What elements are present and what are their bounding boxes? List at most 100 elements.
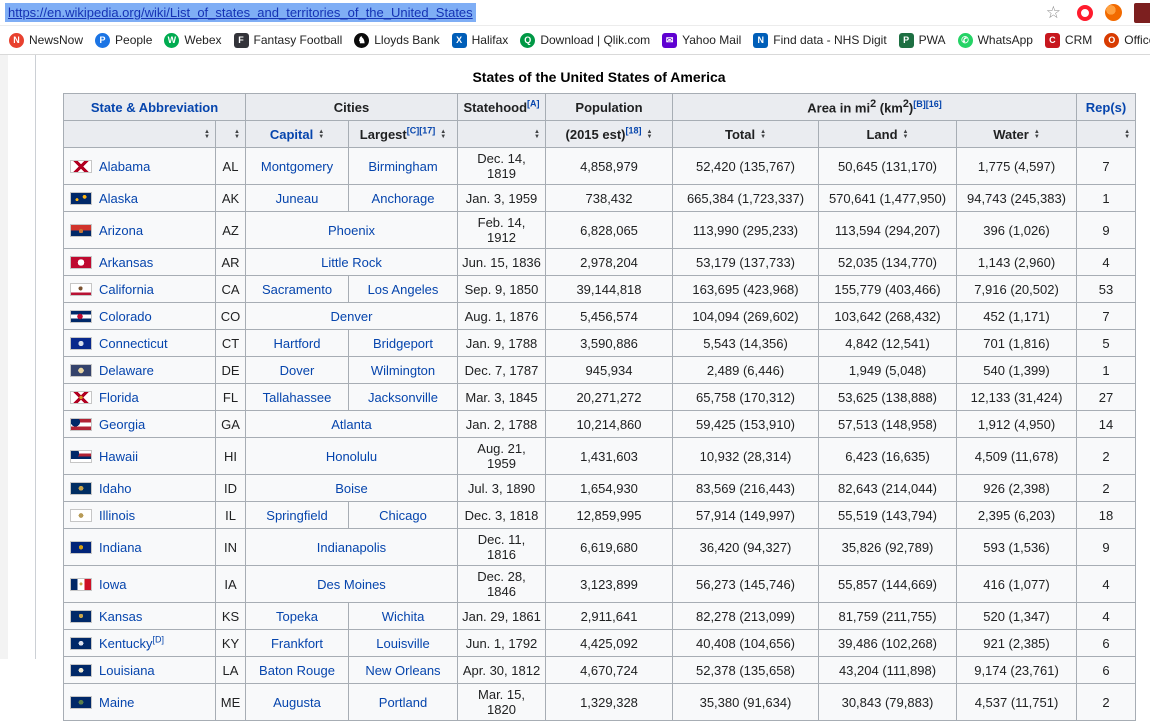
header-land-area[interactable]: Land <box>818 120 957 148</box>
state-link[interactable]: California <box>99 282 154 297</box>
capital-city-link[interactable]: Sacramento <box>262 282 332 297</box>
footnote-ref-18[interactable]: [18] <box>626 125 642 135</box>
largest-city-link[interactable]: Anchorage <box>372 191 435 206</box>
capital-city-link[interactable]: Honolulu <box>326 449 377 464</box>
bookmark-item[interactable]: P People <box>89 30 158 51</box>
state-link[interactable]: Kansas <box>99 609 142 624</box>
statehood-cell: Dec. 3, 1818 <box>457 501 546 529</box>
header-2015-est[interactable]: (2015 est)[18] <box>545 120 673 148</box>
state-link[interactable]: Connecticut <box>99 336 168 351</box>
sort-icon[interactable] <box>204 130 210 140</box>
largest-city-link[interactable]: Los Angeles <box>368 282 439 297</box>
sort-icon[interactable] <box>234 130 240 140</box>
bookmark-item[interactable]: X Halifax <box>446 30 515 51</box>
bookmark-item[interactable]: F Fantasy Football <box>228 30 349 51</box>
address-bar-input[interactable]: https://en.wikipedia.org/wiki/List_of_st… <box>0 0 1071 25</box>
capital-city-link[interactable]: Dover <box>280 363 315 378</box>
sort-icon[interactable] <box>318 130 324 140</box>
capital-link[interactable]: Capital <box>270 127 313 142</box>
reps-cell: 6 <box>1076 629 1137 657</box>
bookmark-item[interactable]: N Find data - NHS Digit <box>747 30 892 51</box>
header-capital[interactable]: Capital <box>245 120 349 148</box>
sort-icon[interactable] <box>1124 130 1130 140</box>
sort-header-statehood[interactable] <box>457 120 546 148</box>
capital-city-link[interactable]: Hartford <box>274 336 321 351</box>
sort-icon[interactable] <box>760 130 766 140</box>
largest-city-link[interactable]: Portland <box>379 695 427 710</box>
sort-header-state[interactable] <box>63 120 216 148</box>
capital-city-link[interactable]: Phoenix <box>328 223 375 238</box>
footnote-ref-c[interactable]: [C][17] <box>407 125 436 135</box>
bookmark-item[interactable]: W Webex <box>158 30 227 51</box>
capital-city-link[interactable]: Juneau <box>276 191 319 206</box>
opera-icon[interactable] <box>1077 4 1093 21</box>
browser-menu-icon[interactable] <box>1134 2 1150 23</box>
bookmark-item[interactable]: O Office 3 <box>1098 30 1150 51</box>
capital-city-link[interactable]: Des Moines <box>317 577 386 592</box>
capital-city-link[interactable]: Topeka <box>276 609 318 624</box>
footnote-ref-a[interactable]: [A] <box>527 98 540 108</box>
state-link[interactable]: Kentucky <box>99 636 152 651</box>
state-link[interactable]: Colorado <box>99 309 152 324</box>
footnote-ref[interactable]: [D] <box>152 634 164 644</box>
header-reps[interactable]: Rep(s) <box>1076 93 1137 121</box>
state-link[interactable]: Indiana <box>99 540 142 555</box>
state-link[interactable]: Florida <box>99 390 139 405</box>
largest-city-link[interactable]: Jacksonville <box>368 390 438 405</box>
sort-icon[interactable] <box>903 130 909 140</box>
state-link[interactable]: Delaware <box>99 363 154 378</box>
header-largest[interactable]: Largest[C][17] <box>348 120 458 148</box>
state-link[interactable]: Maine <box>99 695 134 710</box>
capital-city-link[interactable]: Montgomery <box>261 159 333 174</box>
bookmark-item[interactable]: ✉ Yahoo Mail <box>656 30 747 51</box>
state-link[interactable]: Arkansas <box>99 255 153 270</box>
url-text[interactable]: https://en.wikipedia.org/wiki/List_of_st… <box>5 3 476 22</box>
capital-city-link[interactable]: Atlanta <box>331 417 371 432</box>
state-link[interactable]: Arizona <box>99 223 143 238</box>
footnote-ref-b[interactable]: [B][16] <box>913 99 942 109</box>
capital-city-link[interactable]: Little Rock <box>321 255 382 270</box>
header-state-abbreviation[interactable]: State & Abbreviation <box>63 93 246 121</box>
sort-icon[interactable] <box>647 130 653 140</box>
state-link[interactable]: Illinois <box>99 508 135 523</box>
bookmark-item[interactable]: C CRM <box>1039 30 1098 51</box>
capital-city-link[interactable]: Augusta <box>273 695 321 710</box>
largest-city-link[interactable]: Louisville <box>376 636 429 651</box>
header-water-area[interactable]: Water <box>955 120 1078 148</box>
capital-city-link[interactable]: Baton Rouge <box>259 663 335 678</box>
capital-city-link[interactable]: Denver <box>331 309 373 324</box>
capital-city-link[interactable]: Tallahassee <box>263 390 332 405</box>
bookmark-item[interactable]: ✆ WhatsApp <box>952 30 1039 51</box>
largest-city-link[interactable]: Wichita <box>382 609 425 624</box>
left-edge-strip <box>0 55 8 659</box>
capital-city-link[interactable]: Frankfort <box>271 636 323 651</box>
state-link[interactable]: Idaho <box>99 481 132 496</box>
sort-icon[interactable] <box>534 130 540 140</box>
largest-city-link[interactable]: New Orleans <box>365 663 440 678</box>
extension-icon[interactable] <box>1105 4 1122 21</box>
capital-city-link[interactable]: Springfield <box>266 508 327 523</box>
state-row: Alaska AK Juneau Anchorage Jan. 3, 1959 738,4… <box>63 184 1137 212</box>
state-link[interactable]: Alaska <box>99 191 138 206</box>
sort-header-abbr[interactable] <box>215 120 246 148</box>
capital-city-link[interactable]: Boise <box>335 481 368 496</box>
bookmark-item[interactable]: Q Download | Qlik.com <box>514 30 656 51</box>
sort-icon[interactable] <box>440 130 446 140</box>
sort-header-reps[interactable] <box>1076 120 1137 148</box>
state-link[interactable]: Hawaii <box>99 449 138 464</box>
largest-city-link[interactable]: Birmingham <box>368 159 437 174</box>
largest-city-link[interactable]: Chicago <box>379 508 427 523</box>
bookmark-item[interactable]: P PWA <box>893 30 952 51</box>
bookmark-item[interactable]: N NewsNow <box>3 30 89 51</box>
state-link[interactable]: Alabama <box>99 159 150 174</box>
capital-city-link[interactable]: Indianapolis <box>317 540 386 555</box>
largest-city-link[interactable]: Wilmington <box>371 363 435 378</box>
bookmark-star-icon[interactable]: ☆ <box>1046 4 1061 21</box>
sort-icon[interactable] <box>1034 130 1040 140</box>
state-link[interactable]: Iowa <box>99 577 126 592</box>
bookmark-item[interactable]: ♞ Lloyds Bank <box>348 30 445 51</box>
state-link[interactable]: Georgia <box>99 417 145 432</box>
largest-city-link[interactable]: Bridgeport <box>373 336 433 351</box>
state-link[interactable]: Louisiana <box>99 663 155 678</box>
header-total-area[interactable]: Total <box>672 120 819 148</box>
